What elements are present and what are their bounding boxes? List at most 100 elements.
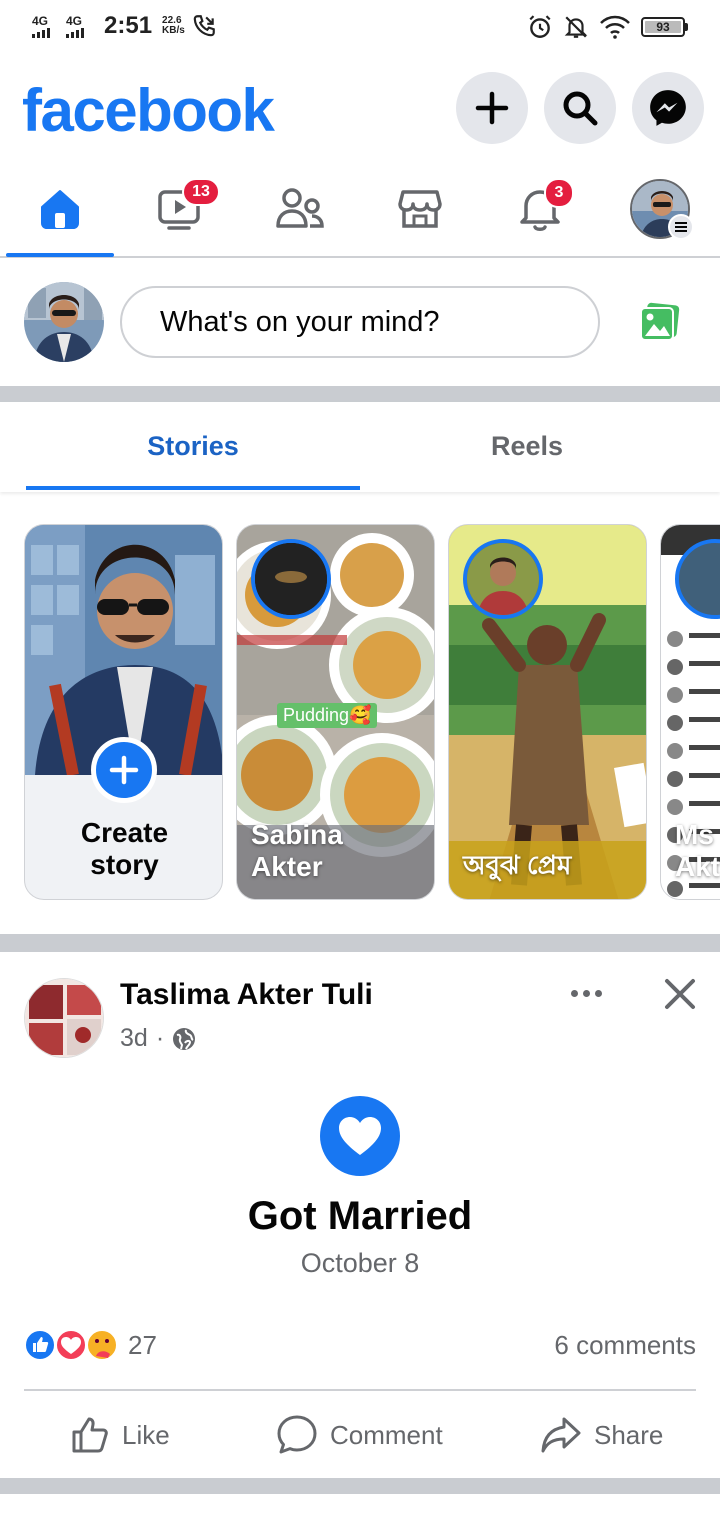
tab-stories[interactable]: Stories bbox=[26, 402, 360, 490]
section-divider bbox=[0, 1478, 720, 1494]
reactions-summary[interactable]: 27 6 comments bbox=[0, 1320, 720, 1370]
love-reaction-icon bbox=[55, 1329, 87, 1361]
watch-badge: 13 bbox=[182, 178, 220, 206]
actions-divider bbox=[24, 1389, 696, 1391]
tab-watch[interactable]: 13 bbox=[126, 162, 234, 256]
status-left: 4G 4G 2:51 22.6 KB/s bbox=[32, 12, 217, 40]
battery-level: 93 bbox=[645, 20, 681, 34]
share-label: Share bbox=[594, 1419, 664, 1450]
comment-label: Comment bbox=[330, 1419, 443, 1450]
tab-marketplace[interactable] bbox=[366, 162, 474, 256]
mute-notification-icon bbox=[564, 16, 588, 38]
create-story-label: Create story bbox=[25, 817, 222, 881]
network-type-2: 4G bbox=[66, 13, 83, 28]
network-type-1: 4G bbox=[32, 13, 49, 28]
plus-icon bbox=[475, 91, 509, 125]
plus-icon bbox=[109, 755, 139, 785]
thumbs-up-icon bbox=[72, 1417, 108, 1453]
tab-home[interactable] bbox=[6, 162, 114, 257]
signal-bars-icon bbox=[66, 27, 84, 38]
network-speed: 22.6 KB/s bbox=[162, 16, 185, 36]
section-divider bbox=[0, 386, 720, 402]
story-name-line1: Ms bbox=[675, 819, 714, 850]
tab-notifications[interactable]: 3 bbox=[486, 162, 594, 256]
wifi-icon bbox=[600, 15, 630, 39]
search-icon bbox=[563, 91, 598, 126]
reaction-icons bbox=[24, 1329, 118, 1361]
story-author-name: Ms Akt bbox=[675, 819, 720, 883]
section-divider bbox=[0, 934, 720, 952]
post-options-button[interactable] bbox=[566, 978, 606, 1008]
share-icon bbox=[541, 1417, 581, 1453]
post-actions: Like Comment Share bbox=[0, 1392, 720, 1478]
tab-friends[interactable] bbox=[246, 162, 354, 256]
like-reaction-icon bbox=[24, 1329, 56, 1361]
story-author-avatar bbox=[463, 539, 543, 619]
stories-reels-tabs: Stories Reels bbox=[0, 402, 720, 492]
post-meta: 3d · bbox=[120, 1024, 196, 1053]
photo-icon[interactable] bbox=[638, 302, 682, 342]
create-story-line1: Create bbox=[80, 817, 169, 848]
call-icon bbox=[193, 15, 215, 37]
comment-icon bbox=[277, 1415, 317, 1454]
comment-button[interactable]: Comment bbox=[276, 1392, 443, 1478]
tab-reels[interactable]: Reels bbox=[360, 402, 694, 490]
post-composer: What's on your mind? bbox=[0, 260, 720, 386]
post-author-name[interactable]: Taslima Akter Tuli bbox=[120, 978, 373, 1012]
menu-icon bbox=[668, 214, 694, 240]
facebook-logo[interactable]: facebook bbox=[22, 76, 275, 145]
whats-on-your-mind-input[interactable]: What's on your mind? bbox=[120, 286, 600, 358]
more-icon bbox=[570, 989, 578, 997]
like-button[interactable]: Like bbox=[70, 1392, 170, 1478]
life-event: Got Married October 8 bbox=[0, 1096, 720, 1286]
main-navigation: 13 3 bbox=[0, 162, 720, 258]
marketplace-icon bbox=[398, 190, 442, 228]
create-story-plus-button[interactable] bbox=[91, 737, 157, 803]
story-name-line1: Sabina bbox=[251, 819, 343, 850]
clock: 2:51 bbox=[104, 12, 153, 39]
comments-count[interactable]: 6 comments bbox=[554, 1330, 696, 1361]
search-button[interactable] bbox=[544, 72, 616, 144]
life-event-title: Got Married bbox=[247, 1194, 473, 1238]
like-label: Like bbox=[122, 1419, 170, 1450]
story-caption: অবুঝ প্রেম bbox=[463, 850, 572, 880]
signal-1: 4G bbox=[32, 15, 60, 38]
battery-indicator: 93 bbox=[641, 17, 688, 37]
care-reaction-icon bbox=[86, 1329, 118, 1361]
story-author-name: Sabina Akter bbox=[251, 819, 343, 883]
life-event-badge bbox=[320, 1096, 400, 1176]
reaction-count: 27 bbox=[128, 1330, 157, 1360]
story-card-sabina[interactable]: Pudding🥰 Sabina Akter bbox=[236, 524, 435, 900]
life-event-date: October 8 bbox=[300, 1248, 420, 1278]
post-time[interactable]: 3d bbox=[120, 1024, 148, 1053]
speed-unit: KB/s bbox=[162, 25, 185, 36]
post-meta-separator: · bbox=[155, 1024, 165, 1052]
story-card-4[interactable]: Ms Akt bbox=[660, 524, 720, 900]
create-story-line2: story bbox=[90, 849, 159, 880]
create-button[interactable] bbox=[456, 72, 528, 144]
story-author-avatar bbox=[251, 539, 331, 619]
app-header: facebook bbox=[0, 58, 720, 162]
story-name-line2: Akt bbox=[675, 851, 720, 882]
share-button[interactable]: Share bbox=[540, 1392, 663, 1478]
post-author-avatar[interactable] bbox=[24, 978, 104, 1058]
notifications-badge: 3 bbox=[544, 178, 574, 208]
status-right: 93 bbox=[527, 14, 688, 40]
post-header: Taslima Akter Tuli 3d · bbox=[0, 954, 720, 1064]
story-card-3[interactable]: অবুঝ প্রেম bbox=[448, 524, 647, 900]
user-avatar[interactable] bbox=[24, 282, 104, 362]
story-sticker: Pudding🥰 bbox=[277, 703, 378, 728]
home-icon bbox=[41, 190, 79, 229]
signal-2: 4G bbox=[66, 15, 94, 38]
tab-menu[interactable] bbox=[606, 162, 714, 256]
status-bar: 4G 4G 2:51 22.6 KB/s 93 bbox=[0, 0, 720, 58]
friends-icon bbox=[276, 188, 324, 228]
messenger-button[interactable] bbox=[632, 72, 704, 144]
heart-icon bbox=[339, 1117, 381, 1155]
stories-row: Create story Pudding🥰 Sabina Akter অবুঝ … bbox=[0, 524, 720, 902]
story-name-line2: Akter bbox=[251, 851, 323, 882]
create-story-card[interactable]: Create story bbox=[24, 524, 223, 900]
messenger-icon bbox=[650, 90, 686, 126]
signal-bars-icon bbox=[32, 27, 50, 38]
close-icon[interactable] bbox=[662, 976, 698, 1012]
